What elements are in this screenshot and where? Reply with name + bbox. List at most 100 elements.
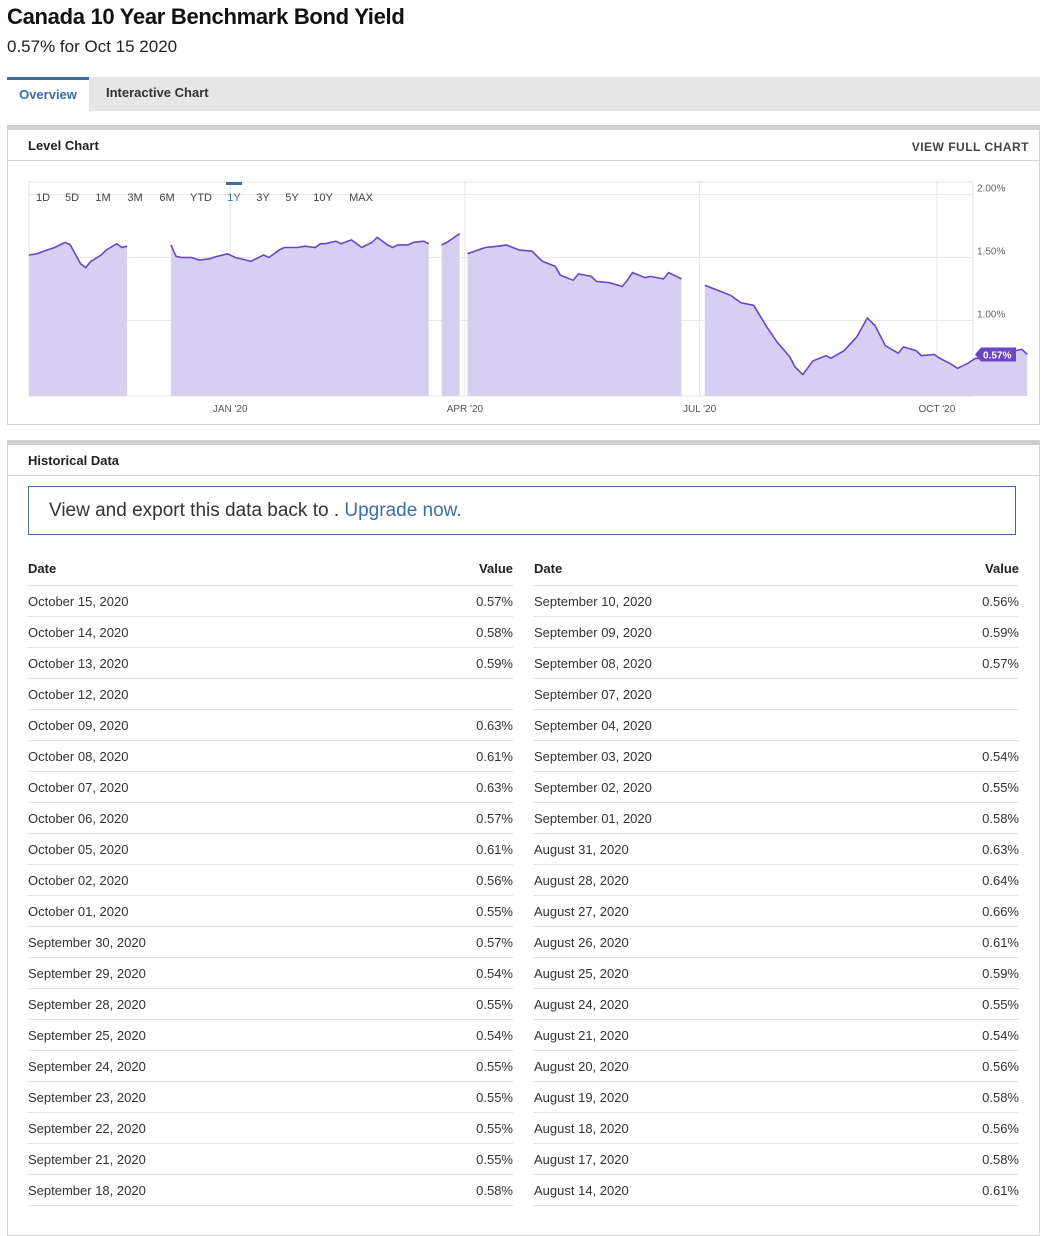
x-tick-label: OCT '20 [919,404,956,415]
date-cell: October 15, 2020 [28,585,398,617]
table-row: September 04, 2020 [534,709,1019,741]
value-cell: 0.54% [903,1019,1019,1051]
range-button-5y[interactable]: 5Y [285,192,299,204]
table-row: August 21, 2020 0.54% [534,1019,1019,1051]
tab-bar: Overview Interactive Chart [7,77,1040,111]
column-header-value: Value [903,551,1019,586]
range-button-ytd[interactable]: YTD [190,192,212,204]
table-row: October 15, 2020 0.57% [28,585,513,617]
view-full-chart-link[interactable]: VIEW FULL CHART [912,140,1029,154]
level-chart-header: Level Chart VIEW FULL CHART [8,130,1039,161]
date-cell: September 25, 2020 [28,1019,398,1051]
date-cell: September 09, 2020 [534,616,904,648]
page-title: Canada 10 Year Benchmark Bond Yield [7,4,405,29]
table-row: August 17, 2020 0.58% [534,1143,1019,1175]
date-cell: September 28, 2020 [28,988,398,1020]
series-area [170,237,429,396]
value-cell: 0.57% [397,802,513,834]
date-cell: August 26, 2020 [534,926,904,958]
historical-data-title: Historical Data [28,453,120,468]
table-row: August 24, 2020 0.55% [534,988,1019,1020]
date-cell: August 20, 2020 [534,1050,904,1082]
table-row: October 05, 2020 0.61% [28,833,513,865]
value-cell: 0.61% [397,833,513,865]
table-row: September 24, 2020 0.55% [28,1050,513,1082]
table-row: September 03, 2020 0.54% [534,740,1019,772]
range-button-3y[interactable]: 3Y [256,192,270,204]
table-row: August 19, 2020 0.58% [534,1081,1019,1113]
historical-table-left: Date Value October 15, 2020 0.57% October … [28,551,513,1206]
value-cell: 0.63% [397,709,513,741]
date-cell: August 21, 2020 [534,1019,904,1051]
date-cell: September 18, 2020 [28,1174,398,1206]
range-button-5d[interactable]: 5D [65,192,79,204]
value-cell: 0.57% [903,647,1019,679]
table-row: September 30, 2020 0.57% [28,926,513,958]
date-cell: August 17, 2020 [534,1143,904,1175]
value-cell: 0.54% [903,740,1019,772]
value-cell: 0.64% [903,864,1019,896]
table-row: September 08, 2020 0.57% [534,647,1019,679]
current-value-label: 0.57% [983,350,1011,361]
table-row: October 08, 2020 0.61% [28,740,513,772]
date-cell: August 14, 2020 [534,1174,904,1206]
table-row: September 07, 2020 [534,678,1019,710]
date-cell: October 14, 2020 [28,616,398,648]
date-cell: September 23, 2020 [28,1081,398,1113]
range-button-6m[interactable]: 6M [159,192,174,204]
table-row: August 31, 2020 0.63% [534,833,1019,865]
range-button-10y[interactable]: 10Y [313,192,333,204]
date-cell: August 25, 2020 [534,957,904,989]
date-cell: October 02, 2020 [28,864,398,896]
value-cell: 0.55% [397,1081,513,1113]
date-cell: September 08, 2020 [534,647,904,679]
date-cell: August 28, 2020 [534,864,904,896]
level-chart-title: Level Chart [28,138,99,153]
table-row: September 28, 2020 0.55% [28,988,513,1020]
tab-interactive-chart[interactable]: Interactive Chart [106,77,209,111]
table-row: September 21, 2020 0.55% [28,1143,513,1175]
range-button-1y[interactable]: 1Y [227,192,241,204]
value-cell: 0.58% [903,1143,1019,1175]
table-row: September 23, 2020 0.55% [28,1081,513,1113]
table-row: September 25, 2020 0.54% [28,1019,513,1051]
column-header-date: Date [534,551,904,586]
table-row: August 27, 2020 0.66% [534,895,1019,927]
date-cell: September 02, 2020 [534,771,904,803]
value-cell: 0.54% [397,957,513,989]
value-cell [397,678,513,710]
range-button-max[interactable]: MAX [349,192,374,204]
value-cell: 0.56% [903,585,1019,617]
value-cell: 0.55% [903,988,1019,1020]
date-cell: October 05, 2020 [28,833,398,865]
value-cell: 0.55% [397,1112,513,1144]
level-chart[interactable]: 1.00% 1.50% 2.00% JAN '20 APR '20 JUL '20 OCT … [8,161,1039,424]
date-cell: August 27, 2020 [534,895,904,927]
value-cell: 0.59% [397,647,513,679]
upgrade-now-link[interactable]: Upgrade now. [344,500,461,521]
date-cell: September 29, 2020 [28,957,398,989]
date-cell: September 22, 2020 [28,1112,398,1144]
value-cell: 0.61% [903,1174,1019,1206]
date-cell: October 08, 2020 [28,740,398,772]
date-cell: September 10, 2020 [534,585,904,617]
table-row: October 14, 2020 0.58% [28,616,513,648]
value-cell: 0.56% [397,864,513,896]
range-button-1m[interactable]: 1M [95,192,110,204]
table-row: September 10, 2020 0.56% [534,585,1019,617]
table-row: August 25, 2020 0.59% [534,957,1019,989]
historical-data-header: Historical Data [8,445,1039,476]
date-cell: September 30, 2020 [28,926,398,958]
value-cell: 0.59% [903,616,1019,648]
date-cell: October 12, 2020 [28,678,398,710]
tab-overview[interactable]: Overview [7,77,89,111]
range-button-3m[interactable]: 3M [127,192,142,204]
column-header-date: Date [28,551,398,586]
upsell-text: View and export this data back to . Upgr… [49,500,462,521]
value-cell: 0.61% [903,926,1019,958]
value-cell: 0.58% [903,802,1019,834]
x-tick-label: JAN '20 [213,404,248,415]
y-tick-label: 1.50% [977,247,1005,258]
series-area [29,242,128,396]
range-button-1d[interactable]: 1D [36,192,50,204]
